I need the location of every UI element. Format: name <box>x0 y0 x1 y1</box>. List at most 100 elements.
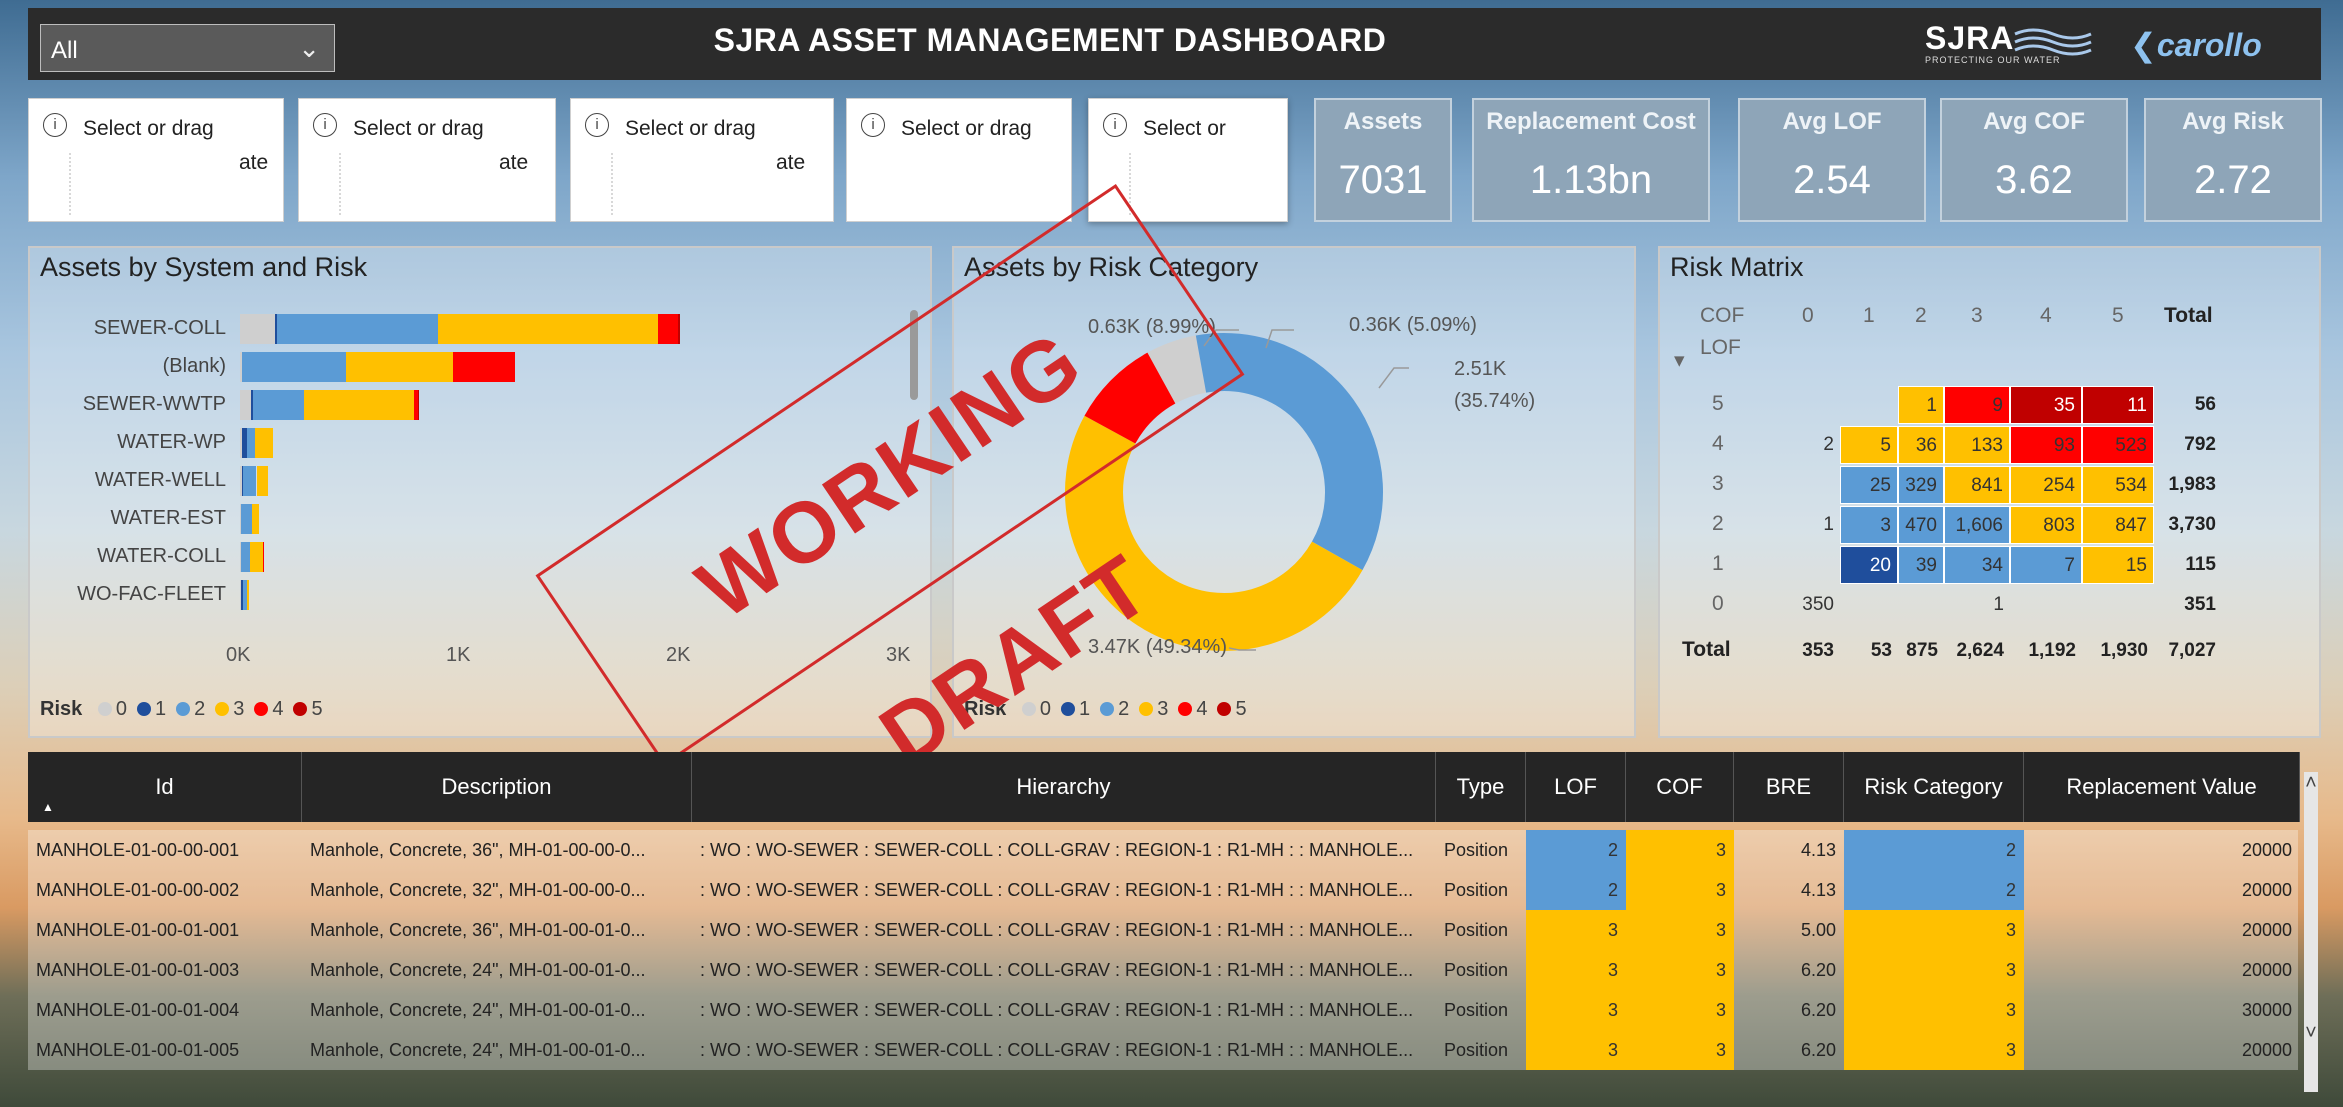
column-header-cof[interactable]: COF <box>1626 752 1734 822</box>
slicer-2[interactable]: i Select or drag ate <box>298 98 556 222</box>
sort-ascending-icon[interactable]: ▲ <box>42 800 54 814</box>
legend-dot-icon <box>215 702 230 716</box>
donut-slice-risk-2[interactable] <box>1195 333 1383 571</box>
filter-dropdown-value: All <box>51 37 78 64</box>
matrix-cell[interactable]: 5 <box>1840 426 1898 464</box>
column-header-risk-category[interactable]: Risk Category <box>1844 752 2024 822</box>
matrix-cell[interactable]: 1 <box>1898 386 1944 424</box>
legend-label: 0 <box>115 698 127 720</box>
matrix-cell[interactable]: 841 <box>1944 466 2010 504</box>
matrix-cell[interactable]: 36 <box>1898 426 1944 464</box>
matrix-cell[interactable]: 1 <box>1944 586 2010 624</box>
column-header-id[interactable]: Id <box>28 752 302 822</box>
matrix-cell[interactable] <box>2010 586 2082 624</box>
matrix-cell[interactable] <box>1776 546 1840 584</box>
matrix-cell[interactable]: 25 <box>1840 466 1898 504</box>
bar-segment-risk-3[interactable] <box>246 580 249 610</box>
matrix-cell[interactable]: 7 <box>2010 546 2082 584</box>
bar-legend: Risk 0 1 2 3 4 5 <box>40 698 323 721</box>
bar-segment-risk-3[interactable] <box>345 352 454 382</box>
column-header-replacement-value[interactable]: Replacement Value <box>2024 752 2300 822</box>
bar-segment-risk-2[interactable] <box>242 352 346 382</box>
table-cell-value: 20000 <box>2241 960 2292 980</box>
matrix-cell[interactable]: 9 <box>1944 386 2010 424</box>
matrix-cell[interactable]: 803 <box>2010 506 2082 544</box>
matrix-cell[interactable]: 523 <box>2082 426 2154 464</box>
bar-segment-risk-2[interactable] <box>246 428 256 458</box>
bar-segment-risk-2[interactable] <box>277 314 438 344</box>
matrix-cell[interactable]: 470 <box>1898 506 1944 544</box>
legend-dot-icon <box>97 702 112 716</box>
legend-dot-icon <box>1217 702 1232 716</box>
bar-segment-risk-3[interactable] <box>249 542 264 572</box>
column-header-bre[interactable]: BRE <box>1734 752 1844 822</box>
column-header-lof[interactable]: LOF <box>1526 752 1626 822</box>
bar-segment-risk-0[interactable] <box>240 314 276 344</box>
table-cell-cof: 3 <box>1626 990 1734 1030</box>
table-cell-bre: 6.20 <box>1800 960 1836 980</box>
matrix-cell[interactable]: 93 <box>2010 426 2082 464</box>
scroll-up-icon[interactable]: ˄ <box>2304 772 2318 795</box>
matrix-cell[interactable]: 350 <box>1776 586 1840 624</box>
matrix-cell[interactable] <box>1840 586 1898 624</box>
matrix-cell[interactable] <box>1776 386 1840 424</box>
column-header-description[interactable]: Description <box>302 752 692 822</box>
table-cell-bre: 6.20 <box>1800 1000 1836 1020</box>
table-scrollbar[interactable]: ˄ ˅ <box>2304 772 2318 1092</box>
legend-dot-icon <box>176 702 191 716</box>
slicer-1[interactable]: i Select or drag ate <box>28 98 284 222</box>
bar-segment-risk-2[interactable] <box>243 466 257 496</box>
bar-segment-risk-3[interactable] <box>303 390 414 420</box>
slicer-label: Select or <box>1143 117 1226 140</box>
matrix-cell[interactable]: 329 <box>1898 466 1944 504</box>
bar-segment-risk-5[interactable] <box>418 390 420 420</box>
matrix-cell[interactable]: 34 <box>1944 546 2010 584</box>
matrix-cell[interactable]: 133 <box>1944 426 2010 464</box>
matrix-cell[interactable] <box>2082 586 2154 624</box>
matrix-cell[interactable]: 11 <box>2082 386 2154 424</box>
matrix-cell[interactable] <box>1776 466 1840 504</box>
matrix-row-total: 3,730 <box>2168 514 2216 535</box>
matrix-cell[interactable] <box>1840 386 1898 424</box>
matrix-cell[interactable]: 2 <box>1776 426 1840 464</box>
matrix-cell[interactable]: 39 <box>1898 546 1944 584</box>
risk-matrix-grid[interactable]: COF LOF ▾ 0 1 2 3 4 5 Total 5 1 9 35 11 56 4 2 5 36 133 93 523… <box>1660 248 2320 738</box>
bar-segment-risk-5[interactable] <box>677 314 680 344</box>
bar-segment-risk-3[interactable] <box>438 314 658 344</box>
donut-label-2-pct: (35.74%) <box>1454 390 1536 412</box>
bar-segment-risk-2[interactable] <box>241 504 253 534</box>
bar-segment-risk-4[interactable] <box>658 314 678 344</box>
table-cell-desc: Manhole, Concrete, 36", MH-01-00-01-0... <box>310 920 646 940</box>
matrix-cell[interactable]: 1 <box>1776 506 1840 544</box>
matrix-cell[interactable]: 20 <box>1840 546 1898 584</box>
bar-segment-risk-3[interactable] <box>252 504 259 534</box>
bar-segment-risk-2[interactable] <box>253 390 304 420</box>
matrix-cell[interactable]: 3 <box>1840 506 1898 544</box>
bar-segment-risk-4[interactable] <box>263 542 265 572</box>
scroll-down-icon[interactable]: ˅ <box>2304 1022 2318 1045</box>
bar-segment-risk-4[interactable] <box>453 352 515 382</box>
matrix-row-total: 56 <box>2194 394 2216 415</box>
bar-segment-risk-2[interactable] <box>241 542 250 572</box>
matrix-cell[interactable]: 35 <box>2010 386 2082 424</box>
kpi-assets: Assets 7031 <box>1314 98 1452 222</box>
bar-segment-risk-3[interactable] <box>256 466 268 496</box>
table-cell-cof: 3 <box>1626 950 1734 990</box>
sort-caret-icon[interactable]: ▾ <box>1674 348 1685 373</box>
filter-dropdown[interactable]: All ⌄ <box>40 24 335 72</box>
table-cell-value: 20000 <box>2241 1040 2292 1060</box>
column-header-hierarchy[interactable]: Hierarchy <box>692 752 1436 822</box>
matrix-cell[interactable] <box>1898 586 1944 624</box>
matrix-cell[interactable]: 534 <box>2082 466 2154 504</box>
slicer-3[interactable]: i Select or drag ate <box>570 98 834 222</box>
matrix-cell[interactable]: 15 <box>2082 546 2154 584</box>
asset-table[interactable]: Id Description Hierarchy Type LOF COF BRE Risk … <box>28 752 2321 1100</box>
table-cell-desc: Manhole, Concrete, 24", MH-01-00-01-0... <box>310 960 646 980</box>
bar-segment-risk-0[interactable] <box>240 390 251 420</box>
column-header-type[interactable]: Type <box>1436 752 1526 822</box>
bar-segment-risk-3[interactable] <box>255 428 273 458</box>
matrix-cell[interactable]: 254 <box>2010 466 2082 504</box>
matrix-cell[interactable]: 847 <box>2082 506 2154 544</box>
matrix-cell[interactable]: 1,606 <box>1944 506 2010 544</box>
slicer-4[interactable]: i Select or drag <box>846 98 1072 222</box>
